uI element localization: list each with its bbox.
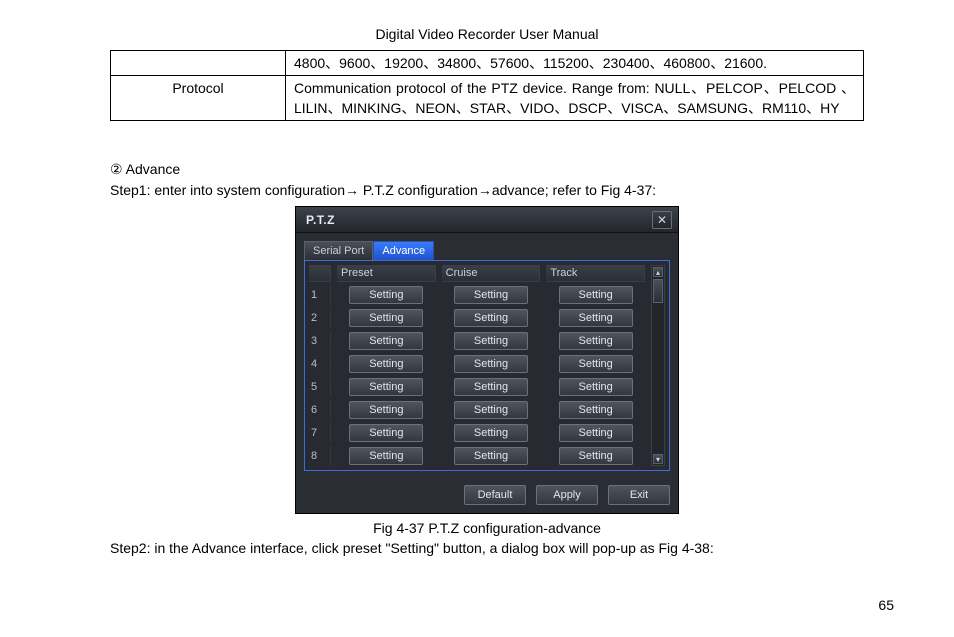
preset-setting-button[interactable]: Setting (349, 355, 423, 373)
scroll-up-icon[interactable]: ▴ (653, 267, 663, 277)
column-header-track: Track (546, 265, 645, 282)
spec-label-empty (111, 51, 286, 76)
track-setting-button[interactable]: Setting (559, 332, 633, 350)
preset-setting-button[interactable]: Setting (349, 424, 423, 442)
cruise-setting-button[interactable]: Setting (454, 424, 528, 442)
cruise-setting-button[interactable]: Setting (454, 332, 528, 350)
apply-button[interactable]: Apply (536, 485, 598, 505)
column-header-preset: Preset (337, 265, 436, 282)
cruise-setting-button[interactable]: Setting (454, 401, 528, 419)
tab-serial-port[interactable]: Serial Port (304, 241, 373, 260)
page-number: 65 (878, 597, 894, 613)
spec-value-baudrates: 4800、9600、19200、34800、57600、115200、23040… (286, 51, 864, 76)
scrollbar[interactable]: ▴ ▾ (651, 265, 665, 466)
document-title: Digital Video Recorder User Manual (110, 26, 864, 42)
row-number: 5 (309, 377, 331, 397)
track-setting-button[interactable]: Setting (559, 401, 633, 419)
spec-value-protocol: Communication protocol of the PTZ device… (286, 76, 864, 121)
row-number: 7 (309, 423, 331, 443)
preset-setting-button[interactable]: Setting (349, 401, 423, 419)
ptz-tabs: Serial Port Advance (296, 233, 678, 260)
column-header-empty (309, 265, 331, 282)
cruise-setting-button[interactable]: Setting (454, 309, 528, 327)
tab-advance[interactable]: Advance (373, 241, 434, 260)
row-number: 3 (309, 331, 331, 351)
track-setting-button[interactable]: Setting (559, 447, 633, 465)
track-setting-button[interactable]: Setting (559, 378, 633, 396)
scroll-track[interactable] (652, 277, 664, 454)
figure-caption: Fig 4-37 P.T.Z configuration-advance (110, 520, 864, 536)
table-row: Protocol Communication protocol of the P… (111, 76, 864, 121)
ptz-window: P.T.Z ✕ Serial Port Advance Preset Cruis… (295, 206, 679, 514)
row-number: 2 (309, 308, 331, 328)
row-number: 8 (309, 446, 331, 466)
row-number: 4 (309, 354, 331, 374)
preset-setting-button[interactable]: Setting (349, 447, 423, 465)
cruise-setting-button[interactable]: Setting (454, 378, 528, 396)
spec-table: 4800、9600、19200、34800、57600、115200、23040… (110, 50, 864, 121)
cruise-setting-button[interactable]: Setting (454, 355, 528, 373)
preset-setting-button[interactable]: Setting (349, 286, 423, 304)
default-button[interactable]: Default (464, 485, 526, 505)
step1-text: Step1: enter into system configuration→ … (110, 182, 864, 198)
scroll-thumb[interactable] (653, 279, 663, 303)
ptz-grid: Preset Cruise Track ▴ ▾ 1 Setting Settin… (309, 265, 665, 466)
close-icon[interactable]: ✕ (652, 211, 672, 229)
step2-text: Step2: in the Advance interface, click p… (110, 540, 864, 556)
preset-setting-button[interactable]: Setting (349, 378, 423, 396)
preset-setting-button[interactable]: Setting (349, 309, 423, 327)
ptz-footer: Default Apply Exit (296, 479, 678, 513)
track-setting-button[interactable]: Setting (559, 355, 633, 373)
section-heading-advance: ② Advance (110, 161, 864, 178)
track-setting-button[interactable]: Setting (559, 309, 633, 327)
preset-setting-button[interactable]: Setting (349, 332, 423, 350)
exit-button[interactable]: Exit (608, 485, 670, 505)
cruise-setting-button[interactable]: Setting (454, 286, 528, 304)
spec-label-protocol: Protocol (111, 76, 286, 121)
table-row: 4800、9600、19200、34800、57600、115200、23040… (111, 51, 864, 76)
track-setting-button[interactable]: Setting (559, 286, 633, 304)
track-setting-button[interactable]: Setting (559, 424, 633, 442)
column-header-cruise: Cruise (442, 265, 541, 282)
ptz-window-title: P.T.Z (306, 213, 335, 227)
row-number: 1 (309, 285, 331, 305)
row-number: 6 (309, 400, 331, 420)
scroll-down-icon[interactable]: ▾ (653, 454, 663, 464)
ptz-titlebar: P.T.Z ✕ (296, 207, 678, 233)
cruise-setting-button[interactable]: Setting (454, 447, 528, 465)
ptz-body: Preset Cruise Track ▴ ▾ 1 Setting Settin… (304, 260, 670, 471)
